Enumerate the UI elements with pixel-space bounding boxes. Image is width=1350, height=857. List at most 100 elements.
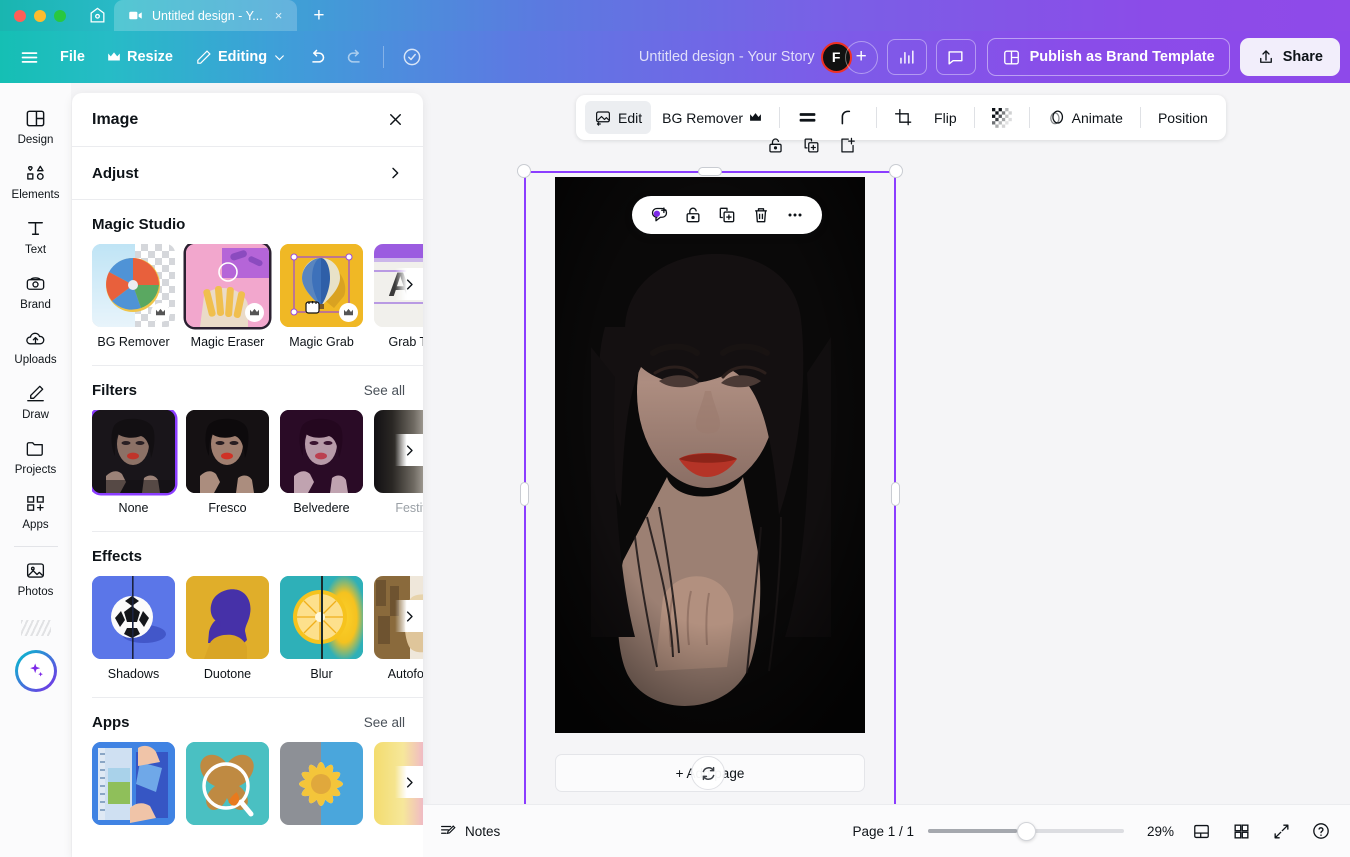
grid-view-icon[interactable] bbox=[1228, 818, 1254, 844]
duplicate-icon[interactable] bbox=[799, 133, 823, 157]
sidebar-item-apps[interactable]: Apps bbox=[4, 482, 68, 537]
section-filters: Filters See all None Fresco Belvedere Fe… bbox=[72, 366, 423, 532]
effect-card-duotone[interactable]: Duotone bbox=[186, 576, 269, 681]
add-collaborator-button[interactable]: + bbox=[844, 40, 878, 74]
publish-as-brand-template-button[interactable]: Publish as Brand Template bbox=[986, 38, 1230, 76]
bar-chart-icon[interactable] bbox=[886, 39, 927, 75]
tool-card-bg-remover[interactable]: BG Remover bbox=[92, 244, 175, 349]
tool-card-magic-eraser[interactable]: Magic Eraser bbox=[186, 244, 269, 349]
zoom-slider[interactable] bbox=[928, 821, 1124, 841]
add-page-icon[interactable] bbox=[835, 133, 859, 157]
duplicate-icon[interactable] bbox=[712, 200, 742, 230]
magic-studio-strip: BG Remover Magic Eraser Magic Grab Grab bbox=[92, 244, 423, 349]
help-circle-icon[interactable] bbox=[1308, 818, 1334, 844]
sidebar-item-photos[interactable]: Photos bbox=[4, 549, 68, 604]
file-menu-button[interactable]: File bbox=[49, 40, 96, 74]
redo-icon[interactable] bbox=[336, 40, 375, 74]
section-header: Effects bbox=[92, 548, 423, 565]
sidebar-item-uploads[interactable]: Uploads bbox=[4, 317, 68, 372]
filters-strip: None Fresco Belvedere Festi bbox=[92, 410, 423, 515]
lock-icon[interactable] bbox=[678, 200, 708, 230]
filter-card-fresco[interactable]: Fresco bbox=[186, 410, 269, 515]
scroll-right-button[interactable] bbox=[395, 434, 423, 466]
fullscreen-icon[interactable] bbox=[1268, 818, 1294, 844]
sidebar-item-label: Brand bbox=[20, 299, 51, 311]
magic-button[interactable] bbox=[14, 650, 57, 692]
resize-button[interactable]: Resize bbox=[96, 40, 184, 74]
more-dots-icon[interactable] bbox=[780, 200, 810, 230]
section-title: Effects bbox=[92, 548, 143, 565]
sidebar-item-projects[interactable]: Projects bbox=[4, 427, 68, 482]
close-icon[interactable]: × bbox=[272, 7, 286, 24]
apps-grid-plus-icon bbox=[24, 492, 47, 515]
scroll-right-button[interactable] bbox=[395, 268, 423, 300]
comment-icon[interactable] bbox=[935, 39, 976, 75]
zoom-slider-knob[interactable] bbox=[1016, 821, 1036, 841]
video-design-icon bbox=[128, 8, 143, 23]
see-all-link[interactable]: See all bbox=[364, 715, 405, 730]
undo-icon[interactable] bbox=[297, 40, 336, 74]
page-view-icon[interactable] bbox=[1188, 818, 1214, 844]
editing-mode-button[interactable]: Editing bbox=[184, 40, 297, 74]
comment-dot-icon[interactable] bbox=[644, 200, 674, 230]
crop-icon[interactable] bbox=[885, 101, 923, 134]
effects-strip: Shadows Duotone Blur Autofo bbox=[92, 576, 423, 681]
browser-tab[interactable]: Untitled design - Y... × bbox=[114, 0, 298, 31]
selected-image[interactable] bbox=[555, 177, 865, 733]
lock-icon[interactable] bbox=[763, 133, 787, 157]
app-card-3[interactable] bbox=[280, 742, 363, 825]
notes-button[interactable]: Notes bbox=[439, 822, 500, 840]
new-tab-button[interactable]: + bbox=[297, 0, 340, 31]
cloud-check-icon[interactable] bbox=[392, 40, 432, 74]
sidebar-item-brand[interactable]: Brand bbox=[4, 262, 68, 317]
bg-remover-button[interactable]: BG Remover bbox=[653, 101, 771, 134]
canvas-stage[interactable]: Edit BG Remover Flip Animate Position + … bbox=[423, 83, 1350, 857]
effect-card-shadows[interactable]: Shadows bbox=[92, 576, 175, 681]
filter-card-none[interactable]: None bbox=[92, 410, 175, 515]
resize-handle-top-right[interactable] bbox=[889, 164, 903, 178]
floating-object-toolbar bbox=[632, 196, 822, 234]
sidebar-item-text[interactable]: Text bbox=[4, 207, 68, 262]
brand-template-icon bbox=[1002, 48, 1021, 67]
resize-handle-top-left[interactable] bbox=[517, 164, 531, 178]
corner-radius-icon[interactable] bbox=[829, 101, 868, 134]
position-button[interactable]: Position bbox=[1149, 101, 1217, 134]
animate-button[interactable]: Animate bbox=[1038, 101, 1132, 134]
close-window-button[interactable] bbox=[14, 9, 26, 22]
resize-handle-top[interactable] bbox=[698, 167, 722, 176]
close-icon[interactable] bbox=[386, 110, 405, 129]
home-icon[interactable] bbox=[80, 0, 114, 31]
document-title[interactable]: Untitled design - Your Story bbox=[639, 49, 815, 65]
resize-handle-left[interactable] bbox=[520, 482, 529, 506]
app-card-1[interactable] bbox=[92, 742, 175, 825]
app-card-2[interactable] bbox=[186, 742, 269, 825]
flip-button[interactable]: Flip bbox=[925, 101, 966, 134]
sidebar-item-draw[interactable]: Draw bbox=[4, 372, 68, 427]
thumbnail bbox=[280, 244, 363, 327]
edit-button[interactable]: Edit bbox=[585, 101, 652, 134]
effect-card-blur[interactable]: Blur bbox=[280, 576, 363, 681]
publish-label: Publish as Brand Template bbox=[1029, 49, 1215, 65]
adjust-row[interactable]: Adjust bbox=[72, 147, 423, 200]
tool-card-label: Magic Eraser bbox=[190, 335, 265, 349]
share-button[interactable]: Share bbox=[1239, 38, 1340, 76]
transparency-icon[interactable] bbox=[983, 101, 1021, 134]
maximize-window-button[interactable] bbox=[54, 9, 66, 22]
resize-handle-right[interactable] bbox=[891, 482, 900, 506]
trash-icon[interactable] bbox=[746, 200, 776, 230]
sidebar-item-label: Projects bbox=[14, 464, 57, 476]
scroll-right-button[interactable] bbox=[395, 600, 423, 632]
sidebar-item-elements[interactable]: Elements bbox=[4, 152, 68, 207]
editing-label: Editing bbox=[217, 49, 268, 65]
hamburger-icon[interactable] bbox=[10, 40, 49, 74]
bottom-bar-right: Page 1 / 1 29% bbox=[852, 818, 1334, 844]
filter-card-belvedere[interactable]: Belvedere bbox=[280, 410, 363, 515]
tool-card-magic-grab[interactable]: Magic Grab bbox=[280, 244, 363, 349]
adjust-lines-icon[interactable] bbox=[788, 101, 827, 134]
sidebar-item-design[interactable]: Design bbox=[4, 97, 68, 152]
see-all-link[interactable]: See all bbox=[364, 383, 405, 398]
minimize-window-button[interactable] bbox=[34, 9, 46, 22]
edit-label: Edit bbox=[618, 109, 643, 126]
scroll-right-button[interactable] bbox=[395, 766, 423, 798]
toolbar-divider bbox=[876, 107, 878, 128]
